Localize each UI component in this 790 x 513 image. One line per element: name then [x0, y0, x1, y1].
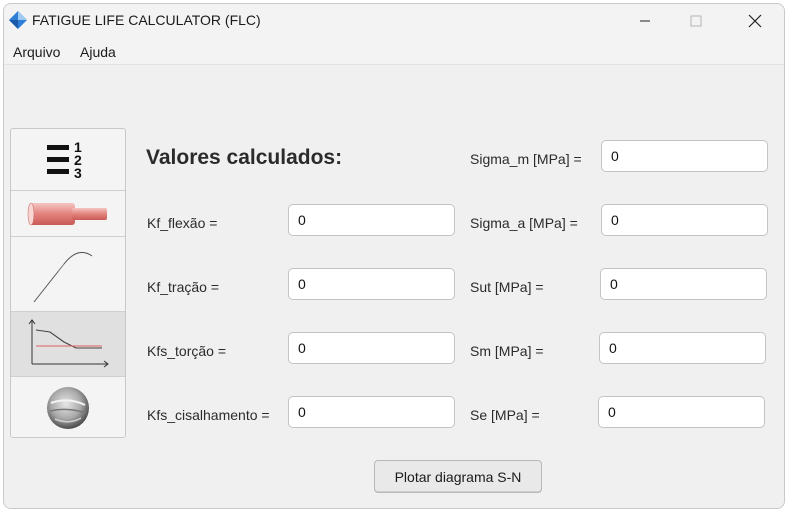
menu-bar: Arquivo Ajuda	[4, 37, 784, 65]
numbered-list-icon: 1 2 3	[47, 139, 82, 181]
kf-tracao-field[interactable]	[288, 268, 455, 300]
menu-arquivo[interactable]: Arquivo	[13, 44, 60, 60]
kfs-cisalhamento-label: Kfs_cisalhamento =	[147, 407, 270, 423]
sn-diagram-icon	[28, 319, 109, 368]
sut-field[interactable]	[600, 268, 767, 300]
page-heading: Valores calculados:	[146, 146, 343, 169]
kfs-torcao-field[interactable]	[288, 332, 455, 364]
se-field[interactable]	[598, 396, 765, 428]
shaft-icon	[27, 202, 107, 225]
sidebar-item-stress-strain[interactable]	[11, 237, 125, 312]
sut-label: Sut [MPa] =	[470, 279, 544, 295]
se-label: Se [MPa] =	[470, 407, 540, 423]
close-button[interactable]	[732, 4, 778, 37]
sidebar-item-sn-diagram[interactable]	[11, 312, 125, 377]
sidebar-item-list[interactable]: 1 2 3	[11, 129, 125, 191]
minimize-button[interactable]	[622, 4, 668, 37]
title-bar: FATIGUE LIFE CALCULATOR (FLC)	[4, 4, 784, 37]
sigma-a-field[interactable]	[601, 204, 768, 236]
plot-sn-diagram-button[interactable]: Plotar diagrama S-N	[374, 460, 542, 493]
kfs-cisalhamento-field[interactable]	[288, 396, 455, 428]
sm-field[interactable]	[599, 332, 766, 364]
kf-tracao-label: Kf_tração =	[147, 279, 219, 295]
sidebar-item-shaft[interactable]	[11, 191, 125, 237]
kf-flexao-label: Kf_flexão =	[147, 215, 218, 231]
sidebar-item-fracture[interactable]	[11, 377, 125, 437]
sigma-m-field[interactable]	[601, 140, 768, 172]
close-icon	[748, 14, 762, 27]
maximize-button[interactable]	[673, 4, 719, 37]
fracture-surface-icon	[47, 387, 89, 429]
maximize-icon	[690, 15, 702, 26]
svg-text:3: 3	[74, 165, 82, 181]
app-window: FATIGUE LIFE CALCULATOR (FLC) Arquivo Aj…	[3, 3, 785, 509]
sigma-m-label: Sigma_m [MPa] =	[470, 151, 582, 167]
sidebar: 1 2 3	[10, 128, 126, 438]
kf-flexao-field[interactable]	[288, 204, 455, 236]
menu-ajuda[interactable]: Ajuda	[80, 44, 116, 60]
sigma-a-label: Sigma_a [MPa] =	[470, 215, 578, 231]
minimize-icon	[640, 20, 650, 21]
window-title: FATIGUE LIFE CALCULATOR (FLC)	[32, 12, 261, 28]
main-content: 1 2 3 Valores calculados: Kf_flexão = 0 …	[4, 65, 784, 508]
app-diamond-icon	[9, 11, 27, 29]
sm-label: Sm [MPa] =	[470, 343, 544, 359]
kfs-torcao-label: Kfs_torção =	[147, 343, 226, 359]
stress-strain-curve-icon	[33, 251, 93, 303]
